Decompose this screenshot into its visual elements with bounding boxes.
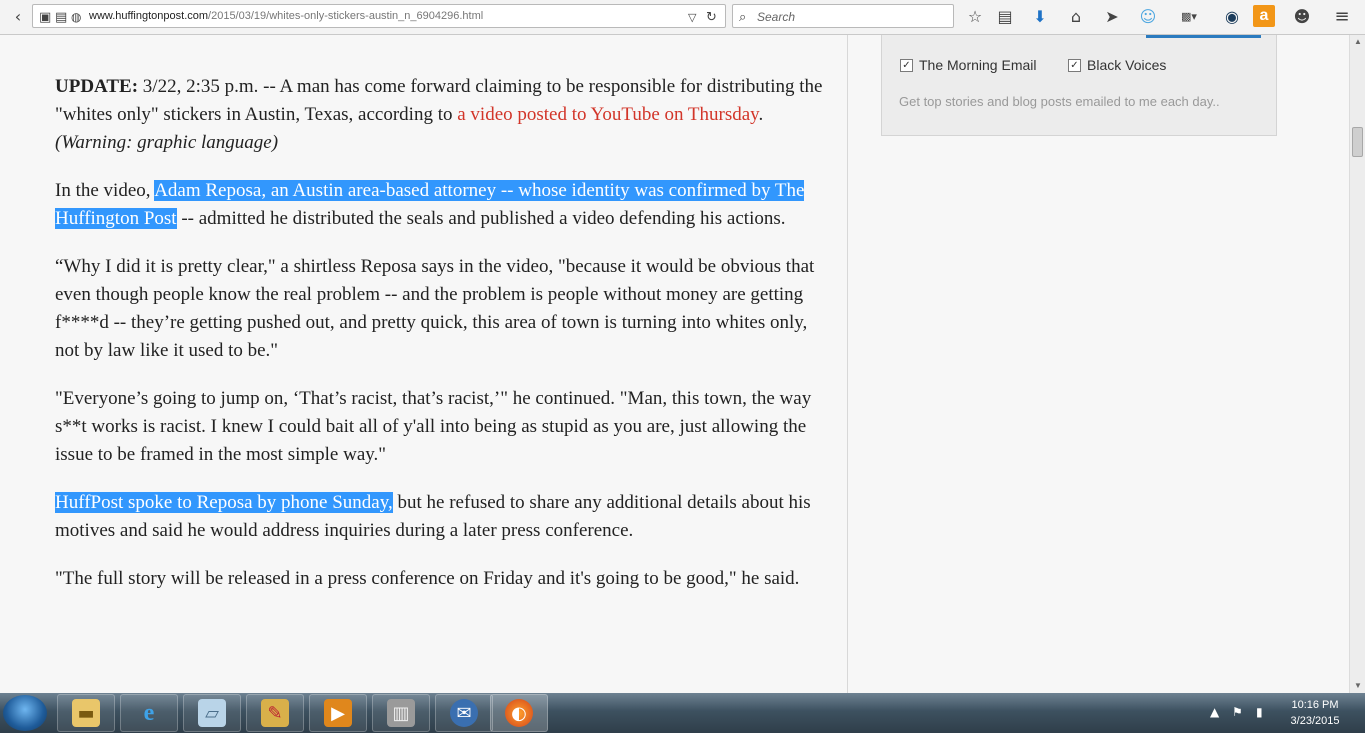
paragraph-press: "The full story will be released in a pr… [55,568,800,589]
warning-note: (Warning: graphic language) [55,132,279,153]
taskbar: ▬ e ▱ ✎ ▶ ▥ ✉ ◐ ▲ ⚑ ▮ 10:16 PM 3/23/2015 [0,693,1365,733]
file-cabinet-app-icon[interactable]: ▥ [372,694,430,732]
action-center-flag-icon[interactable]: ⚑ [1232,705,1243,719]
media-player-app-icon[interactable]: ▶ [309,694,367,732]
url-dropdown-icon[interactable]: ▽ [688,6,696,28]
vertical-scrollbar[interactable]: ▲ ▼ [1349,35,1365,693]
download-icon[interactable]: ⬇ [1030,5,1050,27]
update-paragraph: UPDATE: 3/22, 2:35 p.m. -- A man has com… [55,76,823,153]
newsletter-box: ✓ The Morning Email ✓ Black Voices Get t… [881,35,1277,136]
menu-icon[interactable]: ≡ [1332,5,1352,27]
start-button-icon[interactable] [3,695,47,731]
send-icon[interactable]: ➤ [1102,5,1122,27]
clock-date[interactable]: 3/23/2015 [1280,715,1350,727]
show-hidden-icons-icon[interactable]: ▲ [1210,705,1219,719]
checkbox-checked-icon[interactable]: ✓ [900,58,913,72]
ghostery-icon[interactable]: ☺ [1138,5,1158,27]
paint-app-icon[interactable]: ✎ [246,694,304,732]
url-text[interactable]: www.huffingtonpost.com/2015/03/19/whites… [89,10,483,22]
chat-icon[interactable]: ☻ [1292,5,1312,27]
scroll-down-arrow-icon[interactable]: ▼ [1350,679,1365,693]
file-explorer-app-icon[interactable]: ▬ [57,694,115,732]
newsletter-description: Get top stories and blog posts emailed t… [899,94,1220,109]
thunderbird-app-icon[interactable]: ✉ [435,694,493,732]
shield-icon[interactable]: ◉ [1222,5,1242,27]
newsletter-tab-accent [1146,35,1261,38]
paragraph-phone: HuffPost spoke to Reposa by phone Sunday… [55,492,811,541]
youtube-video-link[interactable]: a video posted to YouTube on Thursday [457,104,758,125]
bookmark-star-icon[interactable]: ☆ [965,5,985,27]
network-icon[interactable]: ▮ [1256,705,1263,719]
address-bar[interactable]: ▣ ▤ ◍ www.huffingtonpost.com/2015/03/19/… [32,4,726,28]
browser-toolbar: ‹ ▣ ▤ ◍ www.huffingtonpost.com/2015/03/1… [0,0,1365,35]
paragraph-quote-2: "Everyone’s going to jump on, ‘That’s ra… [55,388,812,465]
newsletter-option-black-voices[interactable]: ✓ Black Voices [1068,57,1166,73]
search-placeholder: Search [757,10,796,24]
scroll-up-arrow-icon[interactable]: ▲ [1350,35,1365,49]
web-page: UPDATE: 3/22, 2:35 p.m. -- A man has com… [0,35,1349,693]
amazon-icon[interactable]: a [1253,5,1275,27]
clock-time[interactable]: 10:16 PM [1280,699,1350,711]
update-label: UPDATE: [55,76,139,97]
search-bar[interactable]: ⌕ Search [732,4,954,28]
paragraph-quote-1: “Why I did it is pretty clear," a shirtl… [55,256,815,361]
scroll-thumb[interactable] [1352,127,1363,157]
firefox-app-icon[interactable]: ◐ [490,694,548,732]
article-body: UPDATE: 3/22, 2:35 p.m. -- A man has com… [55,73,825,613]
newsletter-option-morning[interactable]: ✓ The Morning Email [900,57,1037,73]
adblock-icon[interactable]: ▩▾ [1174,5,1204,27]
page-list-icon[interactable]: ▤ [55,6,67,28]
search-icon: ⌕ [739,9,747,25]
bookmark-folder-icon[interactable]: ▣ [39,6,51,28]
reading-list-icon[interactable]: ▤ [995,5,1015,27]
column-divider [847,35,848,693]
notepad-app-icon[interactable]: ▱ [183,694,241,732]
reload-icon[interactable]: ↻ [706,6,717,28]
internet-explorer-app-icon[interactable]: e [120,694,178,732]
globe-icon: ◍ [71,10,82,24]
paragraph-video: In the video, Adam Reposa, an Austin are… [55,180,805,229]
home-icon[interactable]: ⌂ [1066,5,1086,27]
checkbox-checked-icon[interactable]: ✓ [1068,58,1081,72]
back-icon[interactable]: ‹ [10,5,26,27]
selected-text[interactable]: HuffPost spoke to Reposa by phone Sunday… [55,492,393,513]
